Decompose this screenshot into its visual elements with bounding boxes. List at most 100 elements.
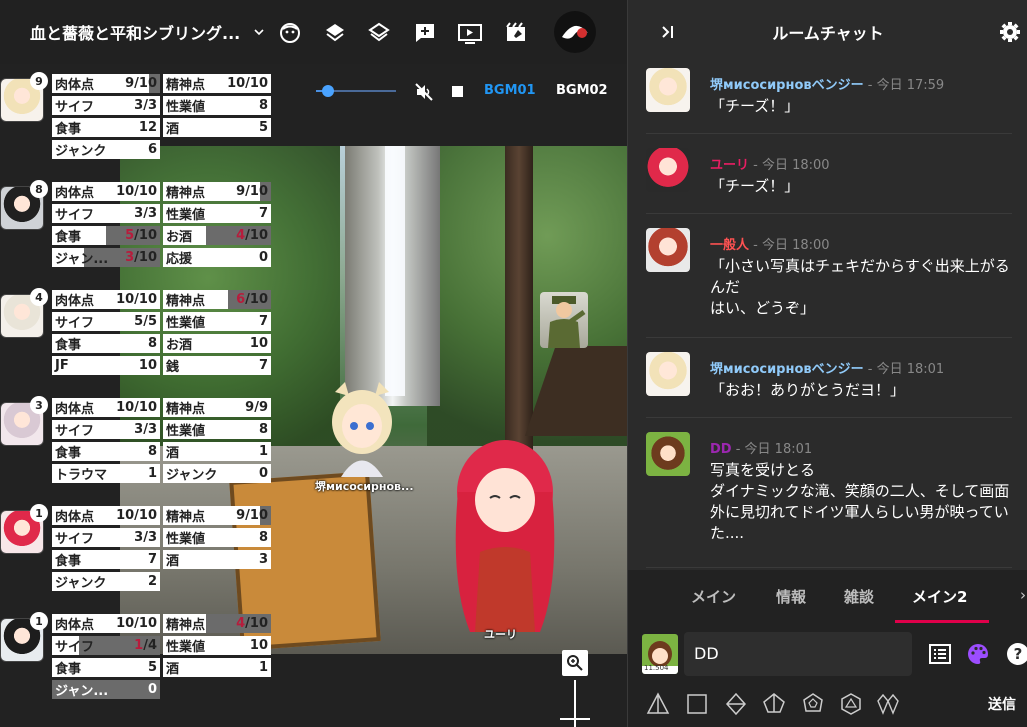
chevron-down-icon[interactable] <box>254 27 264 37</box>
status-bar[interactable]: 酒3 <box>163 550 271 569</box>
status-bar[interactable]: サイフ 5/5 <box>52 312 160 331</box>
status-bar[interactable]: サイフ 3/3 <box>52 96 160 115</box>
status-bar[interactable]: 性業値 8 <box>163 420 271 439</box>
d4-icon[interactable] <box>646 692 670 716</box>
add-comment-icon[interactable] <box>412 20 438 46</box>
status-value: 9/10 <box>236 508 268 523</box>
message-avatar[interactable] <box>646 68 690 112</box>
volume-muted-icon[interactable] <box>414 82 434 102</box>
tab-chat[interactable]: 雑談 <box>844 586 874 607</box>
chat-message[interactable]: 一般人 - 今日 18:00 「小さい写真はチェキだからすぐ出来上がるんだ はい、… <box>646 228 1012 338</box>
status-bar[interactable]: サイフ 3/3 <box>52 528 160 547</box>
face-icon[interactable] <box>277 20 303 46</box>
status-bar[interactable]: ジャン... 0 <box>52 680 160 699</box>
status-bar[interactable]: サイフ 3/3 <box>52 420 160 439</box>
status-bar[interactable]: 食事 5 <box>52 658 160 677</box>
status-bar[interactable]: ジャンク 6 <box>52 140 160 159</box>
status-bar[interactable]: 応援 0 <box>163 248 271 267</box>
chat-message[interactable]: 堺мисосирновベンジー - 今日 18:01 「おお！ありがとうだヨ！」 <box>646 352 1012 418</box>
tab-scroll-right-icon[interactable]: › <box>1020 586 1026 604</box>
d6-icon[interactable] <box>685 692 709 716</box>
status-label: 応援 <box>166 252 193 267</box>
palette-icon[interactable] <box>966 642 990 666</box>
status-bar[interactable]: サイフ 1/4 <box>52 636 160 655</box>
status-bar[interactable]: 肉体点 9/10 <box>52 74 160 93</box>
message-avatar[interactable] <box>646 352 690 396</box>
status-bar[interactable]: ジャンク 2 <box>52 572 160 591</box>
slideshow-icon[interactable] <box>457 20 483 46</box>
list-icon[interactable] <box>928 642 952 666</box>
status-bar[interactable]: 精神点 9/10 <box>163 182 271 201</box>
active-tab-indicator <box>895 620 989 623</box>
tab-main2[interactable]: メイン2 <box>912 586 967 607</box>
bgm-01-button[interactable]: BGM01 <box>484 83 536 98</box>
zoom-in-icon[interactable] <box>562 650 588 676</box>
layers-filled-icon[interactable] <box>322 20 348 46</box>
status-bar[interactable]: 性業値 8 <box>163 96 271 115</box>
movie-edit-icon[interactable] <box>503 20 529 46</box>
logo-icon[interactable] <box>554 11 596 53</box>
status-bar[interactable]: 性業値 10 <box>163 636 271 655</box>
d8-icon[interactable] <box>724 692 748 716</box>
status-bar[interactable]: 銭7 <box>163 356 271 375</box>
status-bar[interactable]: 食事 12 <box>52 118 160 137</box>
status-bar[interactable]: 肉体点 10/10 <box>52 614 160 633</box>
character-name-field[interactable]: DD <box>684 632 912 676</box>
d12-icon[interactable] <box>801 692 825 716</box>
d10-icon[interactable] <box>762 692 786 716</box>
status-bar[interactable]: トラウマ 1 <box>52 464 160 483</box>
yuri-token[interactable]: ユーリ <box>440 432 570 641</box>
status-bar[interactable]: お酒 4/10 <box>163 226 271 245</box>
stop-icon[interactable] <box>452 86 463 97</box>
zoom-slider-thumb[interactable] <box>560 718 590 720</box>
status-bar[interactable]: 性業値 7 <box>163 204 271 223</box>
status-bar[interactable]: 肉体点 10/10 <box>52 182 160 201</box>
collapse-panel-icon[interactable] <box>658 22 678 42</box>
game-board[interactable]: 堺мисосирнов... ユーリ BGM01 BGM02 9 肉体点 9/10 精… <box>0 64 627 727</box>
message-avatar[interactable] <box>646 148 690 192</box>
gear-icon[interactable] <box>998 20 1022 44</box>
status-bar[interactable]: ジャン... 3/10 <box>52 248 160 267</box>
help-icon[interactable]: ? <box>1006 642 1027 666</box>
status-bar[interactable]: 精神点 9/10 <box>163 506 271 525</box>
status-bar[interactable]: 性業値 8 <box>163 528 271 547</box>
message-avatar[interactable] <box>646 228 690 272</box>
chat-message[interactable]: DD - 今日 18:01 写真を受けとる ダイナミックな滝、笑顔の二人、そして画… <box>646 432 1012 568</box>
status-bar[interactable]: 酒1 <box>163 442 271 461</box>
status-bar[interactable]: 酒5 <box>163 118 271 137</box>
status-bar[interactable]: JF 10 <box>52 356 160 375</box>
layers-outline-icon[interactable] <box>366 20 392 46</box>
status-bar[interactable]: 酒1 <box>163 658 271 677</box>
room-title[interactable]: 血と薔薇と平和シブリング... <box>30 20 240 44</box>
volume-slider-thumb[interactable] <box>322 85 334 97</box>
tab-main[interactable]: メイン <box>691 586 736 607</box>
status-bar[interactable]: 肉体点 10/10 <box>52 506 160 525</box>
d100-icon[interactable] <box>876 692 900 716</box>
status-bar[interactable]: 肉体点 10/10 <box>52 398 160 417</box>
benji-token[interactable]: 堺мисосирнов... <box>315 382 414 493</box>
status-bar[interactable]: 食事 8 <box>52 334 160 353</box>
status-bar[interactable]: 食事 7 <box>52 550 160 569</box>
bgm-02-button[interactable]: BGM02 <box>556 83 608 98</box>
status-bar[interactable]: 精神点 6/10 <box>163 290 271 309</box>
status-bar[interactable]: 肉体点 10/10 <box>52 290 160 309</box>
status-bar[interactable]: 精神点 10/10 <box>163 74 271 93</box>
sender-avatar[interactable]: 11.504 <box>642 634 678 674</box>
status-bar[interactable]: 食事 5/10 <box>52 226 160 245</box>
status-bar[interactable]: サイフ 3/3 <box>52 204 160 223</box>
d20-icon[interactable] <box>839 692 863 716</box>
soldier-token[interactable] <box>540 292 588 348</box>
chat-message[interactable]: ユーリ - 今日 18:00 「チーズ！」 <box>646 148 1012 214</box>
status-bar[interactable]: 精神点 4/10 <box>163 614 271 633</box>
chat-message-list[interactable]: 堺мисосирновベンジー - 今日 17:59 「チーズ！」 ユーリ - 今日… <box>628 64 1027 569</box>
status-bar[interactable]: ジャンク 0 <box>163 464 271 483</box>
status-bar[interactable]: 精神点 9/9 <box>163 398 271 417</box>
status-bar[interactable]: お酒 10 <box>163 334 271 353</box>
message-avatar[interactable] <box>646 432 690 476</box>
tab-info[interactable]: 情報 <box>776 586 806 607</box>
chat-message[interactable]: 堺мисосирновベンジー - 今日 17:59 「チーズ！」 <box>646 68 1012 134</box>
status-bar[interactable]: 食事 8 <box>52 442 160 461</box>
status-value: 5/10 <box>125 228 157 243</box>
send-button[interactable]: 送信 <box>988 694 1016 714</box>
status-bar[interactable]: 性業値 7 <box>163 312 271 331</box>
